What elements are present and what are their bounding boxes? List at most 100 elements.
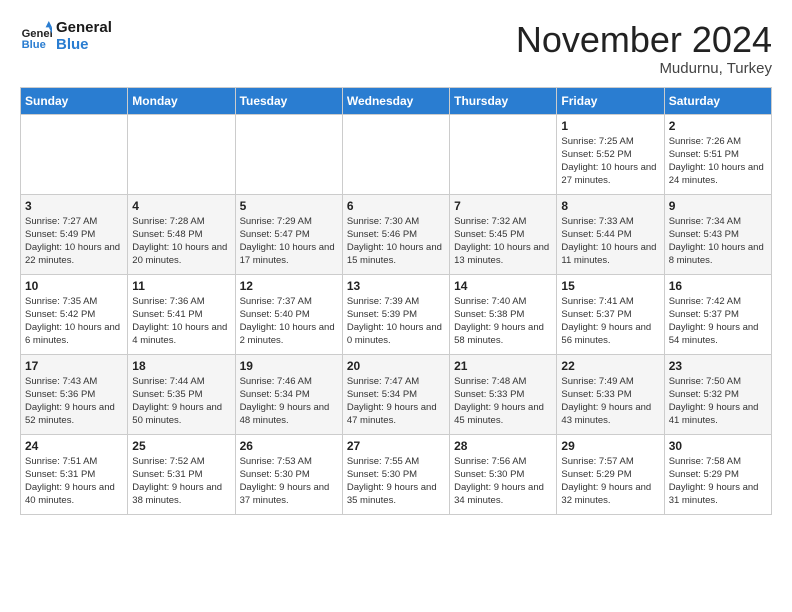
day-cell: 1 Sunrise: 7:25 AM Sunset: 5:52 PM Daylig… (557, 114, 664, 194)
day-number: 26 (240, 439, 338, 453)
page-header: General Blue General Blue November 2024 … (20, 20, 772, 77)
day-number: 6 (347, 199, 445, 213)
day-number: 24 (25, 439, 123, 453)
day-cell: 5Sunrise: 7:29 AM Sunset: 5:47 PM Daylig… (235, 194, 342, 274)
day-info: Sunrise: 7:56 AM Sunset: 5:30 PM Dayligh… (454, 455, 552, 508)
day-cell (21, 114, 128, 194)
weekday-sunday: Sunday (21, 87, 128, 114)
calendar-body: 1 Sunrise: 7:25 AM Sunset: 5:52 PM Daylig… (21, 114, 772, 514)
day-info: Sunrise: 7:26 AM Sunset: 5:51 PM Dayligh… (669, 135, 767, 188)
day-number: 20 (347, 359, 445, 373)
day-cell: 12Sunrise: 7:37 AM Sunset: 5:40 PM Dayli… (235, 274, 342, 354)
day-info: Sunrise: 7:44 AM Sunset: 5:35 PM Dayligh… (132, 375, 230, 428)
day-info: Sunrise: 7:50 AM Sunset: 5:32 PM Dayligh… (669, 375, 767, 428)
day-cell: 22 Sunrise: 7:49 AM Sunset: 5:33 PM Dayli… (557, 354, 664, 434)
day-info: Sunrise: 7:48 AM Sunset: 5:33 PM Dayligh… (454, 375, 552, 428)
day-cell: 29 Sunrise: 7:57 AM Sunset: 5:29 PM Dayli… (557, 434, 664, 514)
svg-text:General: General (22, 28, 52, 40)
day-number: 13 (347, 279, 445, 293)
weekday-saturday: Saturday (664, 87, 771, 114)
day-number: 8 (561, 199, 659, 213)
day-info: Sunrise: 7:52 AM Sunset: 5:31 PM Dayligh… (132, 455, 230, 508)
day-info: Sunrise: 7:47 AM Sunset: 5:34 PM Dayligh… (347, 375, 445, 428)
day-cell: 24 Sunrise: 7:51 AM Sunset: 5:31 PM Dayli… (21, 434, 128, 514)
day-number: 12 (240, 279, 338, 293)
day-info: Sunrise: 7:30 AM Sunset: 5:46 PM Dayligh… (347, 215, 445, 268)
day-cell: 28 Sunrise: 7:56 AM Sunset: 5:30 PM Dayli… (450, 434, 557, 514)
month-title: November 2024 (516, 20, 772, 60)
weekday-wednesday: Wednesday (342, 87, 449, 114)
day-number: 17 (25, 359, 123, 373)
day-cell: 6 Sunrise: 7:30 AM Sunset: 5:46 PM Daylig… (342, 194, 449, 274)
week-row-1: 1 Sunrise: 7:25 AM Sunset: 5:52 PM Daylig… (21, 114, 772, 194)
day-cell (128, 114, 235, 194)
day-info: Sunrise: 7:46 AM Sunset: 5:34 PM Dayligh… (240, 375, 338, 428)
day-cell: 13Sunrise: 7:39 AM Sunset: 5:39 PM Dayli… (342, 274, 449, 354)
day-info: Sunrise: 7:35 AM Sunset: 5:42 PM Dayligh… (25, 295, 123, 348)
day-info: Sunrise: 7:57 AM Sunset: 5:29 PM Dayligh… (561, 455, 659, 508)
day-cell: 11Sunrise: 7:36 AM Sunset: 5:41 PM Dayli… (128, 274, 235, 354)
day-cell: 17 Sunrise: 7:43 AM Sunset: 5:36 PM Dayli… (21, 354, 128, 434)
weekday-monday: Monday (128, 87, 235, 114)
day-info: Sunrise: 7:49 AM Sunset: 5:33 PM Dayligh… (561, 375, 659, 428)
day-info: Sunrise: 7:41 AM Sunset: 5:37 PM Dayligh… (561, 295, 659, 348)
calendar-table: SundayMondayTuesdayWednesdayThursdayFrid… (20, 87, 772, 515)
day-number: 9 (669, 199, 767, 213)
day-cell: 3Sunrise: 7:27 AM Sunset: 5:49 PM Daylig… (21, 194, 128, 274)
day-number: 23 (669, 359, 767, 373)
title-block: November 2024 Mudurnu, Turkey (516, 20, 772, 77)
day-number: 10 (25, 279, 123, 293)
day-info: Sunrise: 7:25 AM Sunset: 5:52 PM Dayligh… (561, 135, 659, 188)
day-cell: 7 Sunrise: 7:32 AM Sunset: 5:45 PM Daylig… (450, 194, 557, 274)
day-info: Sunrise: 7:58 AM Sunset: 5:29 PM Dayligh… (669, 455, 767, 508)
day-number: 21 (454, 359, 552, 373)
logo: General Blue General Blue (20, 20, 112, 53)
day-number: 27 (347, 439, 445, 453)
day-number: 1 (561, 119, 659, 133)
day-info: Sunrise: 7:27 AM Sunset: 5:49 PM Dayligh… (25, 215, 123, 268)
week-row-5: 24 Sunrise: 7:51 AM Sunset: 5:31 PM Dayli… (21, 434, 772, 514)
day-cell: 10 Sunrise: 7:35 AM Sunset: 5:42 PM Dayli… (21, 274, 128, 354)
day-cell: 8 Sunrise: 7:33 AM Sunset: 5:44 PM Daylig… (557, 194, 664, 274)
day-info: Sunrise: 7:34 AM Sunset: 5:43 PM Dayligh… (669, 215, 767, 268)
day-cell: 18 Sunrise: 7:44 AM Sunset: 5:35 PM Dayli… (128, 354, 235, 434)
weekday-friday: Friday (557, 87, 664, 114)
day-info: Sunrise: 7:51 AM Sunset: 5:31 PM Dayligh… (25, 455, 123, 508)
day-number: 22 (561, 359, 659, 373)
day-number: 29 (561, 439, 659, 453)
day-cell: 19Sunrise: 7:46 AM Sunset: 5:34 PM Dayli… (235, 354, 342, 434)
day-number: 16 (669, 279, 767, 293)
svg-text:Blue: Blue (22, 39, 46, 51)
day-number: 25 (132, 439, 230, 453)
day-number: 7 (454, 199, 552, 213)
day-cell (342, 114, 449, 194)
day-cell: 2Sunrise: 7:26 AM Sunset: 5:51 PM Daylig… (664, 114, 771, 194)
day-cell: 30Sunrise: 7:58 AM Sunset: 5:29 PM Dayli… (664, 434, 771, 514)
day-info: Sunrise: 7:42 AM Sunset: 5:37 PM Dayligh… (669, 295, 767, 348)
logo-icon: General Blue (20, 21, 52, 53)
day-info: Sunrise: 7:36 AM Sunset: 5:41 PM Dayligh… (132, 295, 230, 348)
day-cell: 27Sunrise: 7:55 AM Sunset: 5:30 PM Dayli… (342, 434, 449, 514)
day-number: 14 (454, 279, 552, 293)
day-cell: 26 Sunrise: 7:53 AM Sunset: 5:30 PM Dayli… (235, 434, 342, 514)
day-cell: 4Sunrise: 7:28 AM Sunset: 5:48 PM Daylig… (128, 194, 235, 274)
day-number: 18 (132, 359, 230, 373)
day-cell: 16 Sunrise: 7:42 AM Sunset: 5:37 PM Dayli… (664, 274, 771, 354)
day-info: Sunrise: 7:43 AM Sunset: 5:36 PM Dayligh… (25, 375, 123, 428)
day-number: 5 (240, 199, 338, 213)
location: Mudurnu, Turkey (516, 60, 772, 77)
weekday-tuesday: Tuesday (235, 87, 342, 114)
day-info: Sunrise: 7:32 AM Sunset: 5:45 PM Dayligh… (454, 215, 552, 268)
weekday-header: SundayMondayTuesdayWednesdayThursdayFrid… (21, 87, 772, 114)
day-cell: 20 Sunrise: 7:47 AM Sunset: 5:34 PM Dayli… (342, 354, 449, 434)
day-info: Sunrise: 7:33 AM Sunset: 5:44 PM Dayligh… (561, 215, 659, 268)
day-info: Sunrise: 7:28 AM Sunset: 5:48 PM Dayligh… (132, 215, 230, 268)
day-cell: 15 Sunrise: 7:41 AM Sunset: 5:37 PM Dayli… (557, 274, 664, 354)
day-cell: 25 Sunrise: 7:52 AM Sunset: 5:31 PM Dayli… (128, 434, 235, 514)
day-info: Sunrise: 7:53 AM Sunset: 5:30 PM Dayligh… (240, 455, 338, 508)
day-info: Sunrise: 7:40 AM Sunset: 5:38 PM Dayligh… (454, 295, 552, 348)
day-number: 28 (454, 439, 552, 453)
day-cell: 23 Sunrise: 7:50 AM Sunset: 5:32 PM Dayli… (664, 354, 771, 434)
weekday-thursday: Thursday (450, 87, 557, 114)
day-number: 15 (561, 279, 659, 293)
